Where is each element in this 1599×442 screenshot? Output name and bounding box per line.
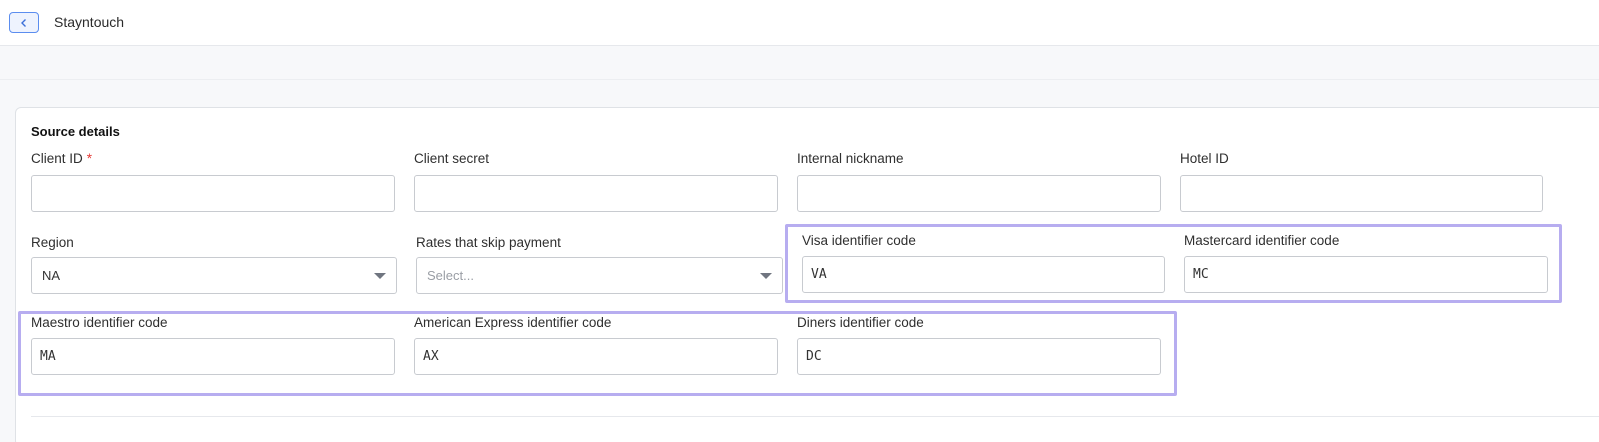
internal-nickname-label: Internal nickname — [797, 151, 904, 166]
amex-code-input[interactable]: AX — [414, 338, 778, 375]
top-bar: Stayntouch — [0, 0, 1599, 46]
caret-down-icon — [374, 273, 386, 279]
region-selected-value: NA — [42, 268, 61, 283]
client-id-label: Client ID * — [31, 151, 93, 166]
visa-code-input[interactable]: VA — [802, 256, 1165, 293]
mastercard-code-input[interactable]: MC — [1184, 256, 1548, 293]
internal-nickname-input[interactable] — [797, 175, 1161, 212]
client-secret-label: Client secret — [414, 151, 490, 166]
visa-code-label: Visa identifier code — [802, 233, 916, 248]
diners-code-input[interactable]: DC — [797, 338, 1161, 375]
client-id-input[interactable] — [31, 175, 395, 212]
maestro-code-input[interactable]: MA — [31, 338, 395, 375]
rates-skip-payment-placeholder: Select... — [427, 268, 474, 283]
page-title: Stayntouch — [54, 14, 125, 30]
required-marker: * — [86, 151, 93, 166]
amex-code-label: American Express identifier code — [414, 315, 612, 330]
hotel-id-input[interactable] — [1180, 175, 1543, 212]
rates-skip-payment-select[interactable]: Select... — [416, 257, 783, 294]
section-title: Source details — [31, 124, 120, 139]
mastercard-code-label: Mastercard identifier code — [1184, 233, 1340, 248]
back-button[interactable] — [9, 12, 39, 33]
maestro-code-label: Maestro identifier code — [31, 315, 168, 330]
region-label: Region — [31, 235, 74, 250]
sub-toolbar — [0, 46, 1599, 80]
section-divider — [31, 416, 1599, 417]
caret-down-icon — [760, 273, 772, 279]
chevron-left-icon — [21, 18, 26, 27]
client-secret-input[interactable] — [414, 175, 778, 212]
region-select[interactable]: NA — [31, 257, 397, 294]
diners-code-label: Diners identifier code — [797, 315, 924, 330]
hotel-id-label: Hotel ID — [1180, 151, 1229, 166]
rates-skip-payment-label: Rates that skip payment — [416, 235, 561, 250]
